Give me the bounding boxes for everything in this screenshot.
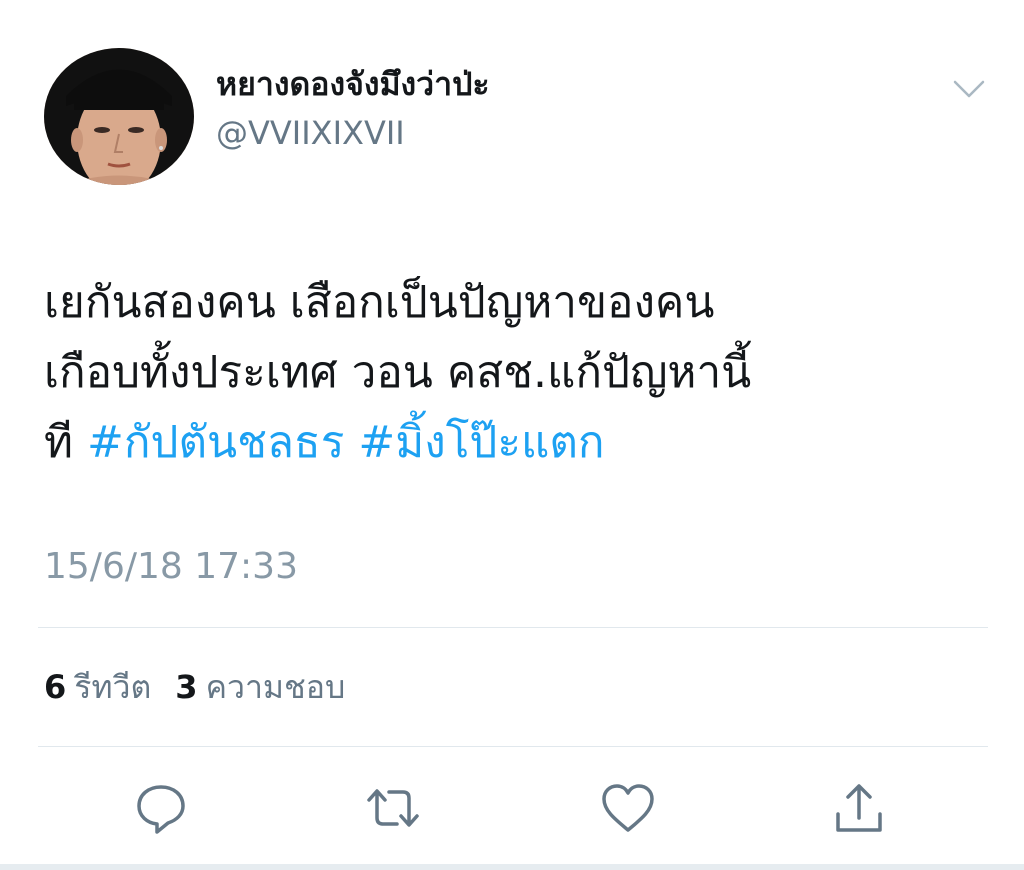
divider (38, 627, 988, 628)
heart-icon (602, 784, 654, 832)
tweet-timestamp: 15/6/18 17:33 (44, 546, 298, 587)
tweet-text-line: ที #กัปตันชลธร #มิ้งโป๊ะแตก (44, 408, 994, 478)
hashtag-link[interactable]: #กัปตันชลธร (87, 417, 344, 468)
display-name[interactable]: หยางดองจังมึงว่าป่ะ (216, 64, 490, 104)
like-count: 3 (175, 668, 198, 706)
divider (38, 746, 988, 747)
avatar[interactable] (44, 48, 194, 185)
like-button[interactable] (598, 778, 658, 838)
tweet-stats: 6 รีทวีต 3 ความชอบ (44, 665, 345, 709)
tweet-text-line: เยกันสองคน เสือกเป็นปัญหาของคน (44, 277, 715, 328)
tweet-detail: หยางดองจังมึงว่าป่ะ @VVIIXIXVII เยกันสอง… (0, 0, 1024, 870)
reply-icon (137, 785, 185, 834)
retweet-label: รีทวีต (74, 668, 152, 706)
tweet-text: เยกันสองคน เสือกเป็นปัญหาของคน เกือบทั้ง… (44, 268, 994, 478)
bottom-separator (0, 864, 1024, 870)
hashtag-link[interactable]: #มิ้งโป๊ะแตก (358, 417, 604, 468)
like-label: ความชอบ (205, 668, 346, 706)
like-stat[interactable]: 3 ความชอบ (175, 668, 345, 706)
retweet-icon (367, 789, 419, 827)
chevron-down-icon[interactable] (948, 72, 990, 104)
tweet-text-fragment: ที (44, 417, 87, 468)
retweet-count: 6 (44, 668, 67, 706)
share-button[interactable] (829, 778, 889, 838)
user-handle[interactable]: @VVIIXIXVII (216, 113, 405, 153)
retweet-button[interactable] (363, 778, 423, 838)
tweet-text-line: เกือบทั้งประเทศ วอน คสช.แก้ปัญหานี้ (44, 347, 752, 398)
retweet-stat[interactable]: 6 รีทวีต (44, 668, 151, 706)
share-icon (836, 784, 882, 832)
reply-button[interactable] (131, 778, 191, 838)
profile-photo-icon (44, 48, 194, 185)
